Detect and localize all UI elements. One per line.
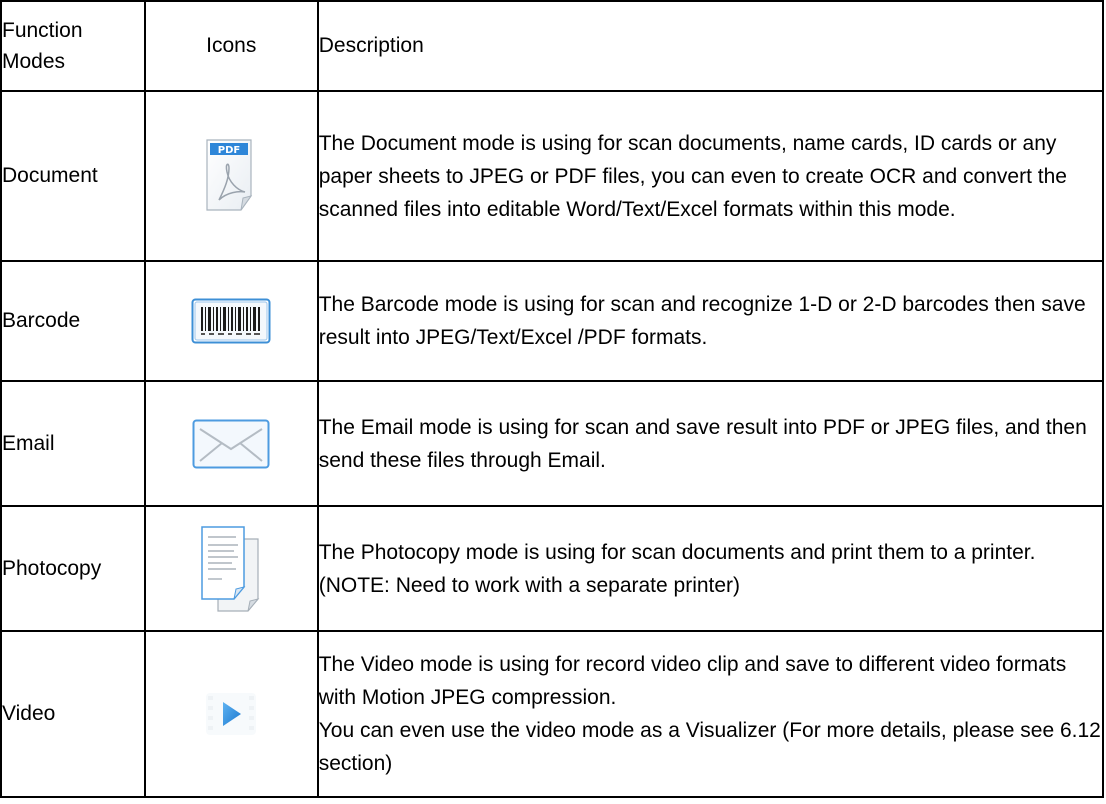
barcode-icon [191,298,271,344]
svg-text:PDF: PDF [218,145,240,156]
description-cell: The Photocopy mode is using for scan doc… [316,505,1105,632]
pdf-document-icon: PDF [206,139,253,211]
icon-cell [143,260,319,382]
mode-name: Video [0,630,146,798]
description-cell: The Barcode mode is using for scan and r… [316,260,1105,382]
icon-cell [143,630,319,798]
email-envelope-icon [192,419,270,468]
function-modes-table: Function Modes Icons Description Documen… [0,0,1105,798]
header-function-modes: Function Modes [0,0,146,92]
icon-cell: PDF [143,90,319,262]
header-icons: Icons [143,0,319,92]
description-text: The Email mode is using for scan and sav… [318,415,1087,472]
header-description: Description [316,0,1105,92]
table-row-email: Email The Email mode is using for scan a… [0,380,1105,507]
description-text: The Video mode is using for record video… [318,653,1067,709]
mode-name: Email [0,380,146,507]
table-row-video: Video The Video mode is using for record… [0,630,1105,798]
description-text: The Document mode is using for scan docu… [318,131,1067,221]
video-play-icon [206,693,257,735]
icon-cell [143,505,319,632]
mode-name: Document [0,90,146,262]
icon-cell [143,380,319,507]
mode-name: Barcode [0,260,146,382]
table-header-row: Function Modes Icons Description [0,0,1105,92]
description-cell: The Video mode is using for record video… [316,630,1105,798]
description-cell: The Document mode is using for scan docu… [316,90,1105,262]
mode-name: Photocopy [0,505,146,632]
table-row-barcode: Barcode The Barcode mode is using for sc… [0,260,1105,382]
photocopy-pages-icon [201,525,260,612]
table-row-document: Document PDF The Document mode is using … [0,90,1105,262]
description-text-2: You can even use the video mode as a Vis… [318,719,1101,775]
table-row-photocopy: Photocopy The Photocopy mode is using fo… [0,505,1105,632]
description-text: The Photocopy mode is using for scan doc… [318,540,1036,564]
description-note: (NOTE: Need to work with a separate prin… [318,573,741,597]
description-text: The Barcode mode is using for scan and r… [318,293,1086,349]
description-cell: The Email mode is using for scan and sav… [316,380,1105,507]
